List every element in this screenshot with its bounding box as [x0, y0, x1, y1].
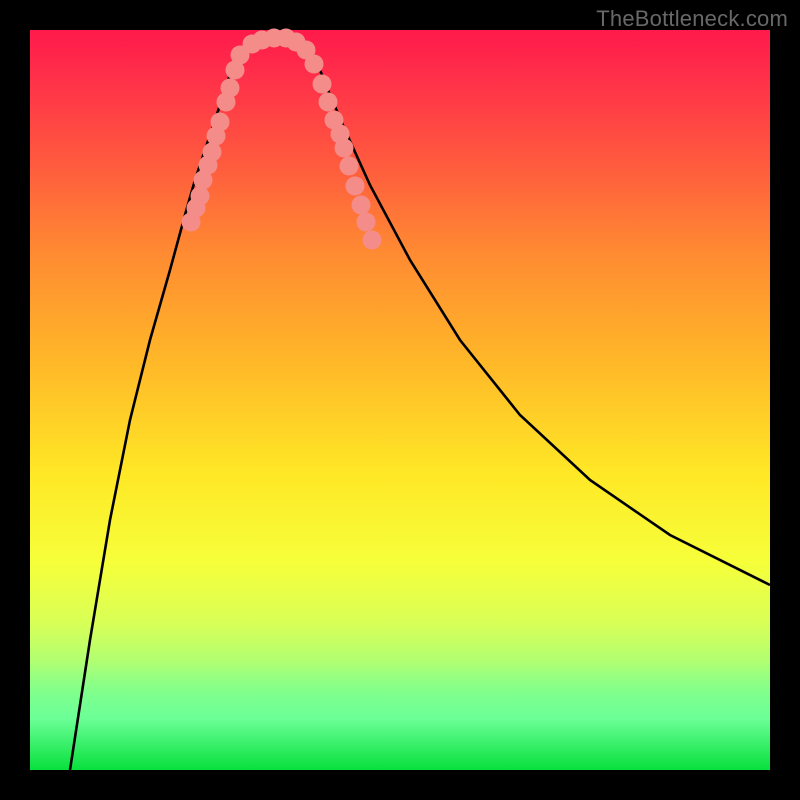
chart-frame: TheBottleneck.com [0, 0, 800, 800]
scatter-dot [319, 93, 338, 112]
bottleneck-curve [70, 35, 770, 770]
scatter-dot [346, 177, 365, 196]
scatter-dots [182, 29, 382, 250]
scatter-dot [313, 75, 332, 94]
scatter-dot [203, 143, 222, 162]
scatter-dot [357, 213, 376, 232]
scatter-dot [221, 79, 240, 98]
scatter-dot [340, 157, 359, 176]
scatter-dot [211, 113, 230, 132]
scatter-dot [352, 196, 371, 215]
scatter-dot [335, 139, 354, 158]
scatter-dot [363, 231, 382, 250]
scatter-dot [305, 55, 324, 74]
curve-svg [30, 30, 770, 770]
scatter-dot [191, 187, 210, 206]
watermark-text: TheBottleneck.com [596, 6, 788, 32]
